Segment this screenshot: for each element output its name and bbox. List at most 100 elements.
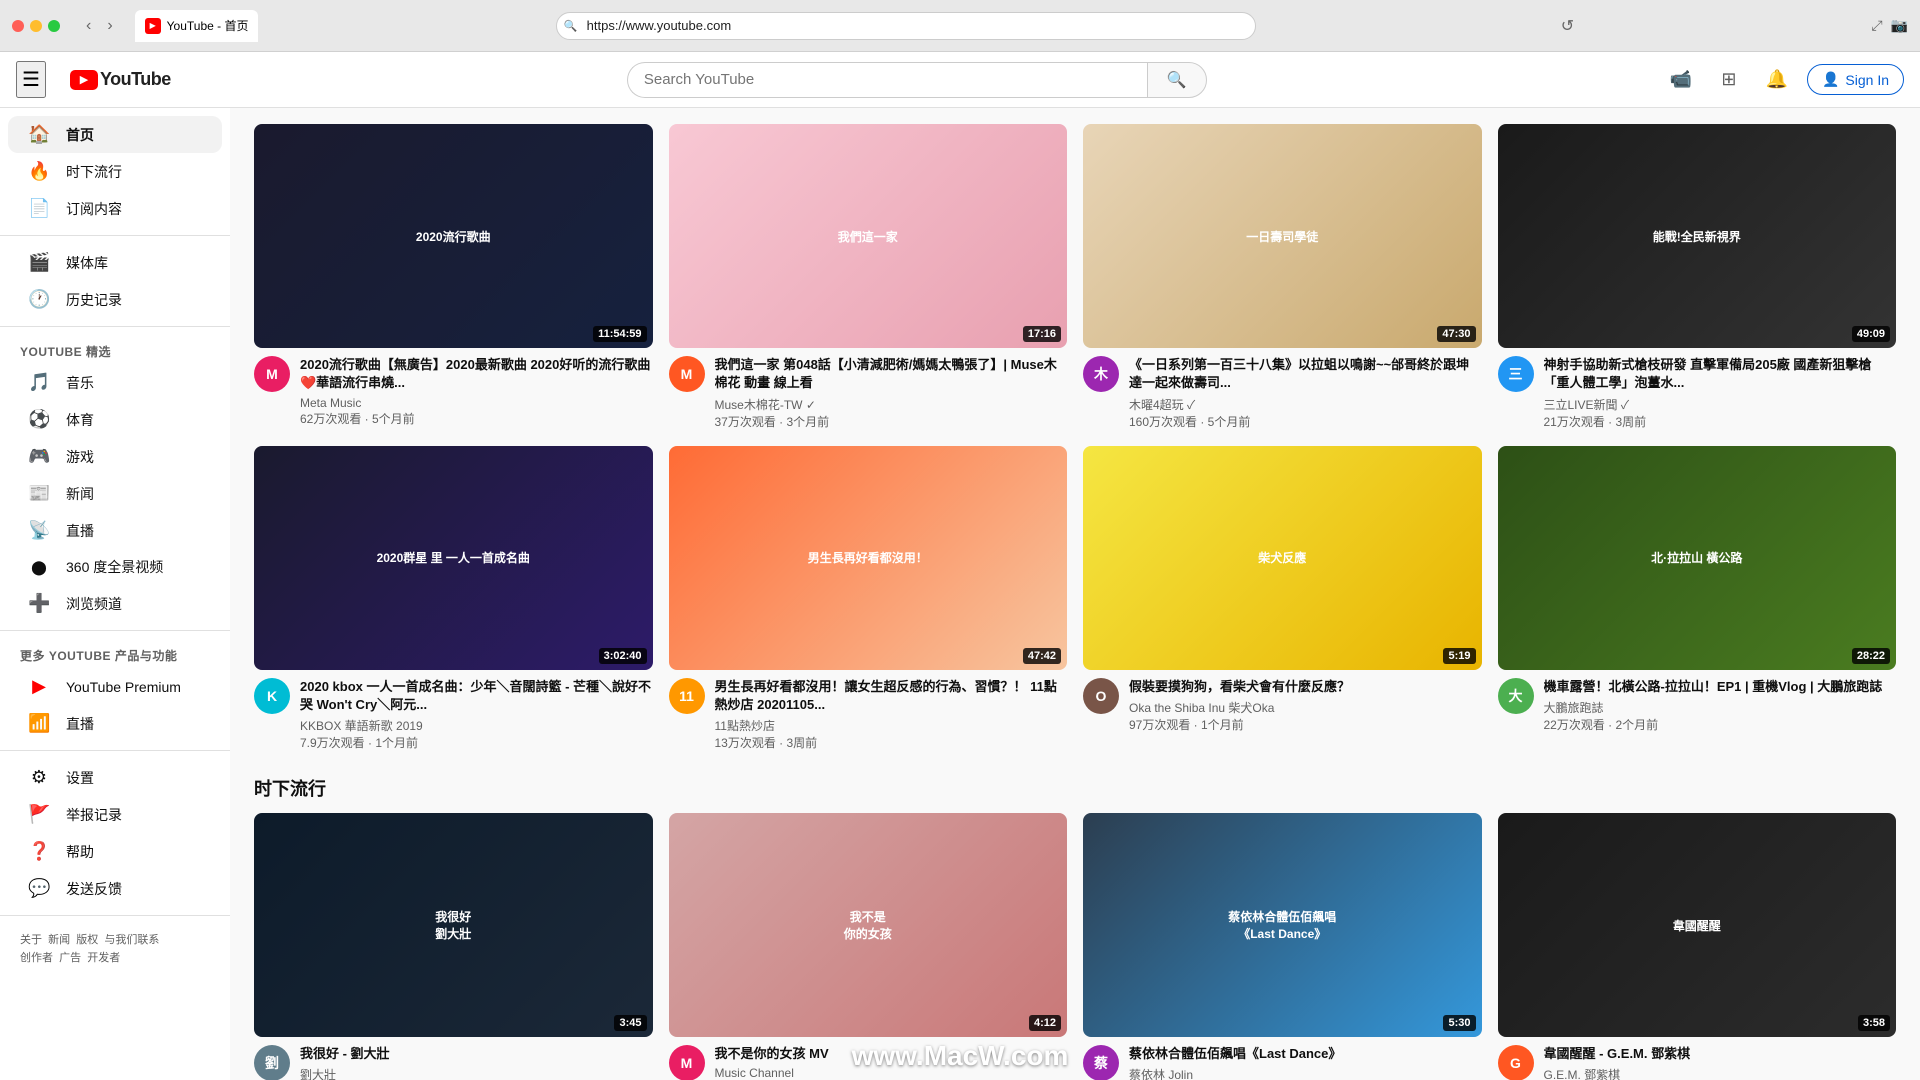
video-details: 2020流行歌曲【無廣告】2020最新歌曲 2020好听的流行歌曲❤️華語流行串… — [300, 356, 653, 426]
sidebar-item-report[interactable]: 🚩 举报记录 — [8, 796, 222, 833]
sidebar-label-live: 直播 — [66, 521, 94, 541]
fullscreen-icon[interactable]: ⤢ — [1871, 17, 1882, 34]
video-info: M 2020流行歌曲【無廣告】2020最新歌曲 2020好听的流行歌曲❤️華語流… — [254, 356, 653, 426]
body-layout: 🏠 首页 🔥 时下流行 📄 订阅内容 🎬 媒体库 🕐 历史记录 YOUTUBE … — [0, 108, 1920, 1080]
maximize-button[interactable] — [48, 20, 60, 32]
sidebar-item-sports[interactable]: ⚽ 体育 — [8, 401, 222, 438]
search-center: 🔍 — [187, 62, 1647, 98]
channel-name: KKBOX 華語新歌 2019 — [300, 717, 653, 734]
news-icon: 📰 — [28, 483, 50, 504]
video-details: 我們這一家 第048話【小清減肥術/媽媽太鴨張了】| Muse木棉花 動畫 線上… — [715, 356, 1068, 429]
sidebar-item-home[interactable]: 🏠 首页 — [8, 116, 222, 153]
sidebar-item-trending[interactable]: 🔥 时下流行 — [8, 153, 222, 190]
sidebar-item-gaming[interactable]: 🎮 游戏 — [8, 438, 222, 475]
video-card[interactable]: 一日壽司學徒 47:30 木 《一日系列第一百三十八集》以拉蛆以鳴謝~~邰哥終於… — [1083, 124, 1482, 430]
video-details: 假裝要摸狗狗，看柴犬會有什麼反應？ Oka the Shiba Inu 柴犬Ok… — [1129, 678, 1482, 733]
video-grid-trending: 我很好 劉大壯 3:45 劉 我很好 - 劉大壯 劉大壯 50万次观看 · 2周… — [254, 813, 1896, 1080]
sidebar-divider-4 — [0, 750, 230, 751]
back-button[interactable]: ‹ — [80, 15, 97, 37]
video-thumbnail: 柴犬反應 5:19 — [1083, 446, 1482, 670]
video-grid-main: 2020流行歌曲 11:54:59 M 2020流行歌曲【無廣告】2020最新歌… — [254, 124, 1896, 751]
sidebar-item-settings[interactable]: ⚙ 设置 — [8, 759, 222, 796]
reload-button[interactable]: ↺ — [1561, 16, 1574, 36]
channel-name: Meta Music — [300, 396, 653, 410]
sidebar-footer: 关于 新闻 版权 与我们联系创作者 广告 开发者 — [0, 924, 230, 975]
video-camera-icon[interactable]: 📹 — [1663, 62, 1699, 98]
sidebar-item-help[interactable]: ❓ 帮助 — [8, 833, 222, 870]
duration-badge: 49:09 — [1852, 326, 1890, 342]
video-card[interactable]: 2020流行歌曲 11:54:59 M 2020流行歌曲【無廣告】2020最新歌… — [254, 124, 653, 430]
browse-icon: ➕ — [28, 593, 50, 614]
duration-badge: 47:42 — [1023, 648, 1061, 664]
sidebar-label-report: 举报记录 — [66, 805, 122, 825]
video-info: K 2020 kbox 一人一首成名曲：少年＼音闊詩籃 - 芒種＼說好不哭 Wo… — [254, 678, 653, 751]
sidebar-item-music[interactable]: 🎵 音乐 — [8, 364, 222, 401]
channel-name: 三立LIVE新聞 ✓ — [1544, 396, 1897, 413]
thumbnail-placeholder: 男生長再好看都沒用！ — [669, 446, 1068, 670]
hamburger-menu[interactable]: ☰ — [16, 61, 46, 98]
sidebar-item-history[interactable]: 🕐 历史记录 — [8, 281, 222, 318]
video-card[interactable]: 韋國醒醒 3:58 G 韋國醒醒 - G.E.M. 鄧紫棋 G.E.M. 鄧紫棋… — [1498, 813, 1897, 1080]
yt-logo[interactable]: YouTube — [70, 69, 171, 90]
video-card[interactable]: 能戰!全民新視界 49:09 三 神射手協助新式槍枝研發 直擊軍備局205廠 國… — [1498, 124, 1897, 430]
video-card[interactable]: 2020群星 里 一人一首成名曲 3:02:40 K 2020 kbox 一人一… — [254, 446, 653, 752]
duration-badge: 3:45 — [614, 1015, 646, 1031]
video-title: 韋國醒醒 - G.E.M. 鄧紫棋 — [1544, 1045, 1897, 1063]
sign-in-label: Sign In — [1845, 72, 1889, 88]
video-details: 《一日系列第一百三十八集》以拉蛆以鳴謝~~邰哥終於跟坤達一起來做壽司... 木曜… — [1129, 356, 1482, 429]
video-card[interactable]: 蔡依林合體伍佰飆唱 《Last Dance》 5:30 蔡 蔡依林合體伍佰飆唱《… — [1083, 813, 1482, 1080]
sidebar-item-subscriptions[interactable]: 📄 订阅内容 — [8, 190, 222, 227]
channel-name: 11點熱炒店 — [715, 717, 1068, 734]
live-icon: 📡 — [28, 520, 50, 541]
video-info: 三 神射手協助新式槍枝研發 直擊軍備局205廠 國產新狙擊槍「重人體工學」泡薑水… — [1498, 356, 1897, 429]
avatar: 劉 — [254, 1045, 290, 1080]
duration-badge: 5:30 — [1443, 1015, 1475, 1031]
video-details: 韋國醒醒 - G.E.M. 鄧紫棋 G.E.M. 鄧紫棋 120万次观看 · 1… — [1544, 1045, 1897, 1080]
browser-tab[interactable]: YouTube - 首页 — [135, 10, 259, 42]
sidebar-label-subscriptions: 订阅内容 — [66, 199, 122, 219]
thumbnail-placeholder: 我不是 你的女孩 — [669, 813, 1068, 1037]
minimize-button[interactable] — [30, 20, 42, 32]
apps-icon[interactable]: ⊞ — [1711, 62, 1747, 98]
sign-in-button[interactable]: 👤 Sign In — [1807, 64, 1904, 95]
sidebar-item-news[interactable]: 📰 新闻 — [8, 475, 222, 512]
sidebar-label-360: 360 度全景视频 — [66, 557, 163, 577]
sidebar-item-library[interactable]: 🎬 媒体库 — [8, 244, 222, 281]
search-input[interactable] — [627, 62, 1147, 98]
sidebar-item-browse[interactable]: ➕ 浏览频道 — [8, 585, 222, 622]
camera-icon[interactable]: 📷 — [1891, 17, 1908, 34]
sidebar-item-live2[interactable]: 📶 直播 — [8, 705, 222, 742]
address-bar[interactable] — [556, 12, 1256, 40]
video-card[interactable]: 我很好 劉大壯 3:45 劉 我很好 - 劉大壯 劉大壯 50万次观看 · 2周… — [254, 813, 653, 1080]
thumbnail-placeholder: 柴犬反應 — [1083, 446, 1482, 670]
video-details: 2020 kbox 一人一首成名曲：少年＼音闊詩籃 - 芒種＼說好不哭 Won'… — [300, 678, 653, 751]
video-card[interactable]: 北·拉拉山 橫公路 28:22 大 機車露營！北橫公路-拉拉山！EP1 | 重機… — [1498, 446, 1897, 752]
gaming-icon: 🎮 — [28, 446, 50, 467]
sidebar-item-feedback[interactable]: 💬 发送反馈 — [8, 870, 222, 907]
video-title: 我很好 - 劉大壯 — [300, 1045, 653, 1063]
video-card[interactable]: 我不是 你的女孩 4:12 M 我不是你的女孩 MV Music Channel… — [669, 813, 1068, 1080]
video-card[interactable]: 我們這一家 17:16 M 我們這一家 第048話【小清減肥術/媽媽太鴨張了】|… — [669, 124, 1068, 430]
forward-button[interactable]: › — [101, 15, 118, 37]
trending-icon: 🔥 — [28, 161, 50, 182]
notifications-icon[interactable]: 🔔 — [1759, 62, 1795, 98]
video-title: 機車露營！北橫公路-拉拉山！EP1 | 重機Vlog | 大鵬旅跑誌 — [1544, 678, 1897, 696]
search-form: 🔍 — [627, 62, 1207, 98]
video-card[interactable]: 柴犬反應 5:19 O 假裝要摸狗狗，看柴犬會有什麼反應？ Oka the Sh… — [1083, 446, 1482, 752]
sidebar-item-live[interactable]: 📡 直播 — [8, 512, 222, 549]
avatar: M — [669, 1045, 705, 1080]
sidebar-label-news: 新闻 — [66, 484, 94, 504]
video-card[interactable]: 男生長再好看都沒用！ 47:42 11 男生長再好看都沒用！讓女生超反感的行為、… — [669, 446, 1068, 752]
sidebar-item-premium[interactable]: ▶ YouTube Premium — [8, 668, 222, 705]
thumbnail-placeholder: 一日壽司學徒 — [1083, 124, 1482, 348]
tab-favicon — [145, 18, 161, 34]
sidebar-item-360[interactable]: ⬤ 360 度全景视频 — [8, 549, 222, 585]
video-title: 蔡依林合體伍佰飆唱《Last Dance》 — [1129, 1045, 1482, 1063]
search-button[interactable]: 🔍 — [1147, 62, 1207, 98]
close-button[interactable] — [12, 20, 24, 32]
video-title: 神射手協助新式槍枝研發 直擊軍備局205廠 國產新狙擊槍「重人體工學」泡薑水..… — [1544, 356, 1897, 392]
video-info: M 我不是你的女孩 MV Music Channel 30万次观看 · 1周前 — [669, 1045, 1068, 1080]
avatar: O — [1083, 678, 1119, 714]
sidebar: 🏠 首页 🔥 时下流行 📄 订阅内容 🎬 媒体库 🕐 历史记录 YOUTUBE … — [0, 108, 230, 1080]
video-meta: 21万次观看 · 3周前 — [1544, 413, 1897, 430]
